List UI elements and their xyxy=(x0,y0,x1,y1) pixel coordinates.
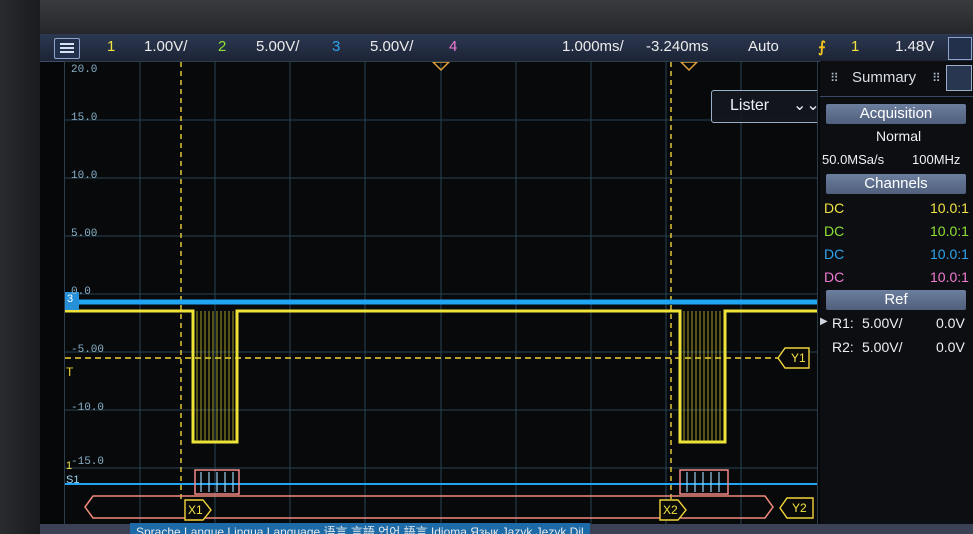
channel-3-probe: 10.0:1 xyxy=(930,246,969,262)
panel-toggle-icon[interactable] xyxy=(948,37,972,60)
serial-bus-marker[interactable]: S1 xyxy=(66,474,79,486)
acquisition-mode: Normal xyxy=(876,128,922,144)
chevron-double-down-icon: ⌄⌄ xyxy=(793,97,818,114)
main-menu-icon[interactable] xyxy=(54,38,80,59)
ref-header[interactable]: Ref xyxy=(826,290,966,310)
ref-2-name: R2: xyxy=(832,339,854,355)
trigger-source[interactable]: 1 xyxy=(851,38,859,55)
tab-summary[interactable]: Summary xyxy=(852,69,916,86)
channel-4-coupling: DC xyxy=(824,269,845,285)
chevron-right-icon: ▶ xyxy=(820,316,828,327)
channel-3-scale[interactable]: 5.00V/ xyxy=(370,38,413,55)
y-axis-label: 0.0 xyxy=(71,286,91,298)
lister-label: Lister xyxy=(730,97,770,114)
channels-header[interactable]: Channels xyxy=(826,174,966,194)
channel-1-burst-2 xyxy=(683,311,721,442)
channel-3-marker-label[interactable]: 3 xyxy=(67,293,73,305)
drag-handle-icon[interactable]: ⠿ xyxy=(830,71,839,85)
channel-2-coupling: DC xyxy=(824,223,845,239)
y-axis-label: -10.0 xyxy=(71,402,105,414)
scope-bezel-top xyxy=(0,0,973,34)
cursor-y1-label[interactable]: Y1 xyxy=(791,351,806,365)
time-delay[interactable]: -3.240ms xyxy=(646,38,709,55)
ref-1-name: R1: xyxy=(832,315,854,331)
channel-3-coupling: DC xyxy=(824,246,845,262)
trigger-edge-icon: ⨍ xyxy=(818,39,826,56)
channel-2-probe: 10.0:1 xyxy=(930,223,969,239)
trigger-mode[interactable]: Auto xyxy=(748,38,779,55)
channel-4-number[interactable]: 4 xyxy=(449,38,457,55)
ref-1-scale: 5.00V/ xyxy=(862,315,903,331)
trigger-level-marker[interactable]: T xyxy=(66,365,73,379)
drag-handle-icon[interactable]: ⠿ xyxy=(932,71,941,85)
ref-2-scale: 5.00V/ xyxy=(862,339,903,355)
language-bar[interactable]: Sprache Langue Lingua Language 语言 言語 언어 … xyxy=(130,523,590,534)
waveform-graticule xyxy=(65,62,817,525)
cursor-y2-label[interactable]: Y2 xyxy=(792,501,807,515)
status-bar: 1 1.00V/ 2 5.00V/ 3 5.00V/ 4 1.000ms/ -3… xyxy=(40,34,973,62)
summary-panel: ⠿ Summary ⠿ Acquisition Normal 50.0MSa/s… xyxy=(820,61,973,524)
sample-rate: 50.0MSa/s xyxy=(822,152,885,167)
channel-2-number[interactable]: 2 xyxy=(218,38,226,55)
channel-1-scale[interactable]: 1.00V/ xyxy=(144,38,187,55)
channel-3-number[interactable]: 3 xyxy=(332,38,340,55)
ref-2-offset: 0.0V xyxy=(936,339,965,355)
oscilloscope-screen: 1 1.00V/ 2 5.00V/ 3 5.00V/ 4 1.000ms/ -3… xyxy=(40,34,973,534)
y-axis-label: 5.00 xyxy=(71,228,98,240)
channel-1-coupling: DC xyxy=(824,200,845,216)
y-axis-label: 20.0 xyxy=(71,64,98,76)
y-axis-label: -15.0 xyxy=(71,456,105,468)
y-axis-label: 10.0 xyxy=(71,170,98,182)
cursor-x1-label[interactable]: X1 xyxy=(188,503,203,517)
panel-menu-icon[interactable] xyxy=(946,65,972,91)
channel-4-probe: 10.0:1 xyxy=(930,269,969,285)
acquisition-header[interactable]: Acquisition xyxy=(826,104,966,124)
lister-button[interactable]: Lister ⌄⌄ xyxy=(711,90,818,123)
panel-tab-bar: ⠿ Summary ⠿ xyxy=(820,61,973,97)
bandwidth: 100MHz xyxy=(912,152,961,167)
timebase-scale[interactable]: 1.000ms/ xyxy=(562,38,624,55)
cursor-position-marker xyxy=(679,62,699,72)
trigger-level[interactable]: 1.48V xyxy=(895,38,934,55)
channel-1-marker[interactable]: 1 xyxy=(66,460,72,472)
channel-1-number[interactable]: 1 xyxy=(107,38,115,55)
y-axis-label: -5.00 xyxy=(71,344,105,356)
waveform-display[interactable]: 20.0 15.0 10.0 5.00 0.0 -5.00 -10.0 -15.… xyxy=(64,61,818,526)
y-axis-label: 15.0 xyxy=(71,112,98,124)
cursor-x2-label[interactable]: X2 xyxy=(663,503,678,517)
channel-2-scale[interactable]: 5.00V/ xyxy=(256,38,299,55)
ref-1-offset: 0.0V xyxy=(936,315,965,331)
scope-bezel-left xyxy=(0,0,40,534)
channel-1-probe: 10.0:1 xyxy=(930,200,969,216)
